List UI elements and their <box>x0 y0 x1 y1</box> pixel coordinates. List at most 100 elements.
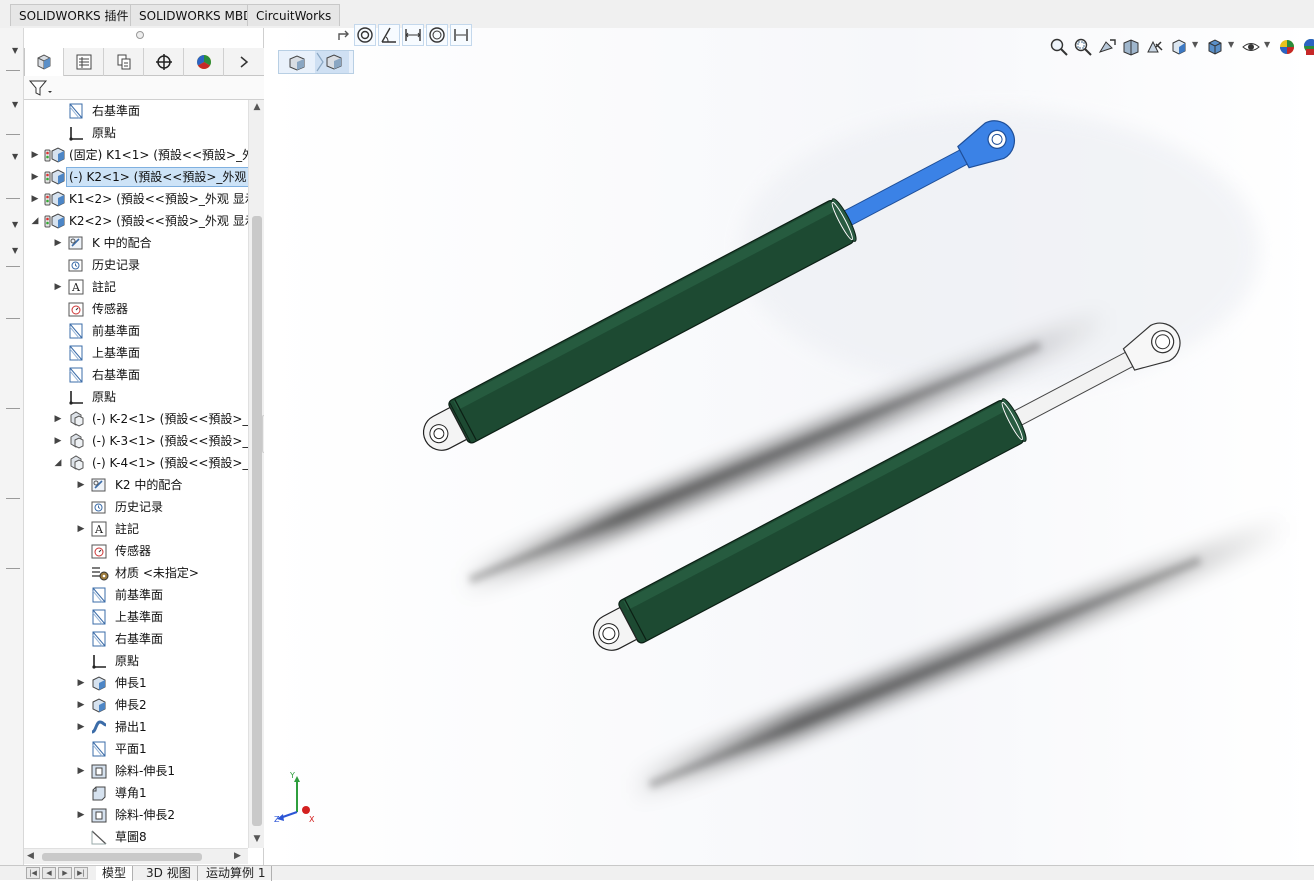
tree-item[interactable]: ▶ A 註記 <box>24 518 248 540</box>
chevron-down-icon[interactable]: ▼ <box>12 100 18 109</box>
zoom-to-fit-icon[interactable] <box>1048 36 1070 58</box>
part-view-icon[interactable] <box>285 53 309 73</box>
tree-item[interactable]: 传感器 <box>24 298 248 320</box>
collapse-caret-icon[interactable]: ◢ <box>30 210 40 232</box>
view-orientation-icon[interactable] <box>1168 36 1190 58</box>
concentric-icon[interactable] <box>426 24 448 46</box>
chevron-down-icon[interactable]: ▼ <box>12 152 18 161</box>
tree-item[interactable]: ▶ (-) K-2<1> (預設<<預設>_ <box>24 408 248 430</box>
expand-caret-icon[interactable]: ▶ <box>76 804 86 826</box>
tree-item[interactable]: 右基準面 <box>24 628 248 650</box>
tab-solidworks-addins[interactable]: SOLIDWORKS 插件 <box>10 4 138 26</box>
dynamic-annotation-icon[interactable] <box>1144 36 1166 58</box>
tree-item[interactable]: 前基準面 <box>24 320 248 342</box>
hide-show-icon[interactable] <box>1240 36 1262 58</box>
feature-manager-tab-icon[interactable] <box>24 48 64 76</box>
display-style-icon[interactable] <box>1204 36 1226 58</box>
tree-item[interactable]: ▶ 除料-伸長2 <box>24 804 248 826</box>
tab-solidworks-mbd[interactable]: SOLIDWORKS MBD <box>130 4 262 26</box>
expand-caret-icon[interactable]: ▶ <box>76 716 86 738</box>
tree-item[interactable]: 導角1 <box>24 782 248 804</box>
property-manager-tab-icon[interactable] <box>64 48 104 76</box>
tree-item[interactable]: 历史记录 <box>24 254 248 276</box>
chevron-down-icon[interactable]: ▼ <box>12 246 18 255</box>
graphics-area[interactable]: Y X Z ▼ ▼ ▼ <box>264 24 1314 865</box>
tree-item[interactable]: ▶ 伸長2 <box>24 694 248 716</box>
expand-caret-icon[interactable]: ▶ <box>76 518 86 540</box>
tree-item[interactable]: 前基準面 <box>24 584 248 606</box>
panel-grip[interactable] <box>136 31 144 39</box>
tree-item[interactable]: 上基準面 <box>24 606 248 628</box>
scroll-right-icon[interactable]: ▶ <box>234 851 241 861</box>
expand-caret-icon[interactable]: ▶ <box>76 694 86 716</box>
previous-view-icon[interactable] <box>1096 36 1118 58</box>
scroll-thumb[interactable] <box>42 853 202 861</box>
tree-item[interactable]: ▶ 掃出1 <box>24 716 248 738</box>
tree-item[interactable]: ▶ (-) K2<1> (預設<<預設>_外观 <box>24 166 248 188</box>
tree-item[interactable]: 原點 <box>24 122 248 144</box>
expand-caret-icon[interactable]: ▶ <box>76 474 86 496</box>
last-tab-icon[interactable]: ▶| <box>74 867 88 879</box>
model-scene[interactable]: Y X Z <box>264 28 1314 865</box>
tree-item[interactable]: ▶ K1<2> (預設<<預設>_外观 显示 <box>24 188 248 210</box>
first-tab-icon[interactable]: |◀ <box>26 867 40 879</box>
scroll-left-icon[interactable]: ◀ <box>27 851 34 861</box>
display-manager-tab-icon[interactable] <box>184 48 224 76</box>
tree-item[interactable]: 右基準面 <box>24 364 248 386</box>
tree-item[interactable]: ▶ 除料-伸長1 <box>24 760 248 782</box>
tab-model[interactable]: 模型 <box>96 866 134 881</box>
tree-item[interactable]: ▶ A 註記 <box>24 276 248 298</box>
configuration-manager-tab-icon[interactable] <box>104 48 144 76</box>
chevron-down-icon[interactable]: ▼ <box>1192 40 1198 49</box>
chevron-right-icon[interactable] <box>224 48 264 76</box>
width-mate-icon[interactable] <box>450 24 472 46</box>
assembly-view-icon[interactable] <box>315 51 349 73</box>
expand-caret-icon[interactable]: ▶ <box>30 144 40 166</box>
zoom-area-icon[interactable] <box>1072 36 1094 58</box>
previous-tab-icon[interactable]: ◀ <box>42 867 56 879</box>
chevron-down-icon[interactable]: ▼ <box>1228 40 1234 49</box>
scroll-down-icon[interactable]: ▼ <box>251 834 263 844</box>
collapse-caret-icon[interactable]: ◢ <box>53 452 63 474</box>
scroll-thumb[interactable] <box>252 216 262 826</box>
filter-icon[interactable] <box>28 79 54 97</box>
rotate-icon[interactable] <box>336 28 352 44</box>
tree-item[interactable]: 原點 <box>24 650 248 672</box>
tree-item[interactable]: 右基準面 <box>24 100 248 122</box>
expand-caret-icon[interactable]: ▶ <box>30 188 40 210</box>
tree-item[interactable]: ▶ K 中的配合 <box>24 232 248 254</box>
tree-item[interactable]: ▶ (-) K-3<1> (預設<<預設>_ <box>24 430 248 452</box>
chevron-down-icon[interactable]: ▼ <box>12 46 18 55</box>
concentric-mate-icon[interactable] <box>354 24 376 46</box>
expand-caret-icon[interactable]: ▶ <box>53 276 63 298</box>
tree-item[interactable]: 上基準面 <box>24 342 248 364</box>
expand-caret-icon[interactable]: ▶ <box>53 430 63 452</box>
tree-item[interactable]: 草圖8 <box>24 826 248 848</box>
chevron-down-icon[interactable]: ▼ <box>1264 40 1270 49</box>
tree-item[interactable]: 平面1 <box>24 738 248 760</box>
tree-item[interactable]: ▶ 伸長1 <box>24 672 248 694</box>
tree-item[interactable]: ◢ K2<2> (預設<<預設>_外观 显示 <box>24 210 248 232</box>
apply-scene-icon[interactable] <box>1300 36 1314 58</box>
tab-motion-study-1[interactable]: 运动算例 1 <box>200 866 273 881</box>
expand-caret-icon[interactable]: ▶ <box>53 408 63 430</box>
section-view-icon[interactable] <box>1120 36 1142 58</box>
tree-item[interactable]: 原點 <box>24 386 248 408</box>
tree-item[interactable]: 历史记录 <box>24 496 248 518</box>
tab-3d-view[interactable]: 3D 视图 <box>140 866 198 881</box>
distance-mate-icon[interactable] <box>402 24 424 46</box>
next-tab-icon[interactable]: ▶ <box>58 867 72 879</box>
expand-caret-icon[interactable]: ▶ <box>30 166 40 188</box>
scroll-up-icon[interactable]: ▲ <box>251 102 263 112</box>
expand-caret-icon[interactable]: ▶ <box>53 232 63 254</box>
chevron-down-icon[interactable]: ▼ <box>12 220 18 229</box>
tree-item[interactable]: 传感器 <box>24 540 248 562</box>
tree-horizontal-scrollbar[interactable]: ◀ ▶ <box>24 848 248 864</box>
edit-appearance-icon[interactable] <box>1276 36 1298 58</box>
expand-caret-icon[interactable]: ▶ <box>76 760 86 782</box>
tab-circuitworks[interactable]: CircuitWorks <box>247 4 341 26</box>
expand-caret-icon[interactable]: ▶ <box>76 672 86 694</box>
tree-vertical-scrollbar[interactable]: ▲ ▼ <box>248 100 264 848</box>
tree-item[interactable]: ▶ K2 中的配合 <box>24 474 248 496</box>
tree-item[interactable]: ◢ (-) K-4<1> (預設<<預設>_ <box>24 452 248 474</box>
